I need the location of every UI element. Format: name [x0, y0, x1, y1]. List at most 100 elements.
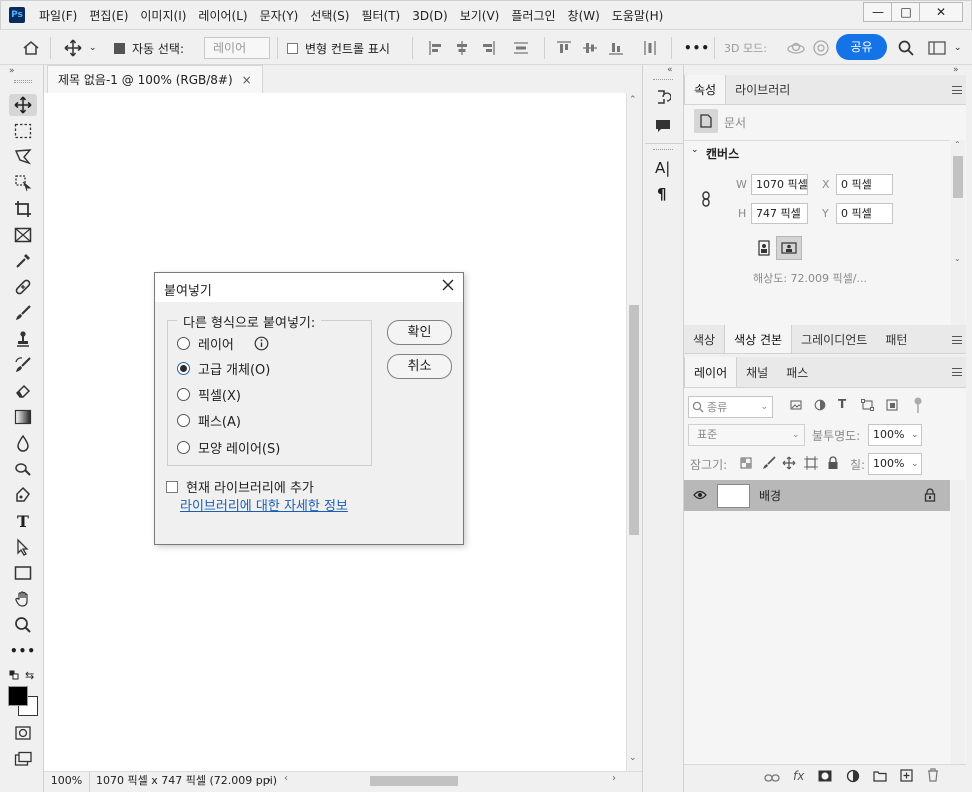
landscape-orientation-icon[interactable] — [776, 236, 802, 260]
status-menu-arrow-icon[interactable]: › — [267, 772, 271, 790]
close-button[interactable]: ✕ — [919, 2, 963, 22]
adjustment-layer-icon[interactable] — [846, 769, 860, 783]
scrollbar-thumb[interactable] — [629, 305, 639, 535]
group-folder-icon[interactable] — [873, 770, 887, 782]
tab-libraries[interactable]: 라이브러리 — [726, 75, 799, 104]
default-colors-icon[interactable] — [9, 670, 19, 680]
link-layers-icon[interactable] — [764, 773, 780, 783]
search-icon[interactable] — [898, 30, 914, 66]
blend-mode-dropdown[interactable]: 표준 ⌄ — [688, 424, 805, 446]
menu-window[interactable]: 창(W) — [568, 7, 600, 24]
workspace-icon[interactable] — [928, 30, 946, 66]
scroll-up-icon[interactable]: ⌃ — [954, 140, 961, 149]
close-icon[interactable] — [441, 278, 455, 292]
document-tab[interactable]: 제목 없음-1 @ 100% (RGB/8#) × — [47, 65, 263, 93]
more-tools-icon[interactable]: ••• — [9, 640, 37, 662]
expand-panels-icon[interactable]: « — [667, 65, 673, 75]
paragraph-panel-icon[interactable]: ¶ — [657, 185, 667, 203]
swap-colors-icon[interactable]: ⇆ — [25, 669, 34, 682]
menu-plugins[interactable]: 플러그인 — [511, 7, 555, 24]
stamp-tool-icon[interactable] — [9, 328, 37, 350]
y-input[interactable]: 0 픽셀 — [836, 203, 893, 224]
filter-pixel-icon[interactable] — [790, 399, 802, 411]
lock-artboard-icon[interactable] — [804, 456, 818, 470]
eyedropper-tool-icon[interactable] — [9, 250, 37, 272]
brush-tool-icon[interactable] — [9, 302, 37, 324]
delete-layer-icon[interactable] — [927, 768, 939, 782]
comments-panel-icon[interactable] — [655, 119, 671, 133]
fx-icon[interactable]: fx — [793, 769, 804, 783]
path-select-tool-icon[interactable] — [9, 536, 37, 558]
radio-button[interactable] — [177, 413, 190, 427]
eraser-tool-icon[interactable] — [9, 380, 37, 402]
zoom-tool-icon[interactable] — [9, 614, 37, 636]
scrollbar-thumb[interactable] — [953, 156, 963, 198]
marquee-tool-icon[interactable] — [9, 120, 37, 142]
scrollbar-thumb[interactable] — [370, 776, 458, 786]
ok-button[interactable]: 확인 — [387, 320, 452, 345]
tab-layers[interactable]: 레이어 — [684, 357, 738, 387]
align-left-icon[interactable] — [428, 30, 444, 66]
filter-smart-object-icon[interactable] — [886, 399, 898, 411]
radio-path[interactable]: 패스(A) — [177, 410, 241, 430]
menu-type[interactable]: 문자(Y) — [260, 7, 299, 24]
menu-layer[interactable]: 레이어(L) — [198, 7, 247, 24]
align-center-icon[interactable] — [454, 30, 470, 66]
add-mask-icon[interactable] — [818, 770, 832, 782]
document-info[interactable]: 1070 픽셀 x 747 픽셀 (72.009 ppi) — [96, 772, 277, 790]
x-input[interactable]: 0 픽셀 — [836, 174, 893, 195]
radio-pixels[interactable]: 픽셀(X) — [177, 384, 241, 404]
panel-menu-icon[interactable] — [952, 368, 962, 376]
scroll-down-icon[interactable]: ⌄ — [629, 753, 637, 763]
opacity-input[interactable]: 100% ⌄ — [868, 424, 922, 446]
radio-layer[interactable]: 레이어 — [177, 333, 269, 353]
horizontal-scrollbar[interactable]: ‹ › — [280, 773, 624, 788]
blur-tool-icon[interactable] — [9, 432, 37, 454]
tab-properties[interactable]: 속성 — [684, 75, 727, 104]
chevron-down-icon[interactable]: ⌄ — [89, 30, 97, 66]
radio-button[interactable] — [177, 440, 190, 454]
auto-select-checkbox[interactable] — [114, 42, 125, 54]
portrait-orientation-icon[interactable] — [752, 236, 776, 260]
tab-gradients[interactable]: 그레이디언트 — [792, 325, 876, 353]
pen-tool-icon[interactable] — [9, 484, 37, 506]
radio-button[interactable] — [177, 336, 190, 350]
layers-scrollbar[interactable] — [951, 480, 965, 764]
history-panel-icon[interactable] — [655, 89, 671, 105]
maximize-button[interactable]: □ — [891, 2, 921, 22]
menu-select[interactable]: 선택(S) — [310, 7, 349, 24]
foreground-color-swatch[interactable] — [8, 686, 28, 706]
panel-menu-icon[interactable] — [952, 86, 962, 94]
scroll-left-icon[interactable]: ‹ — [284, 773, 288, 784]
new-layer-icon[interactable] — [900, 769, 913, 782]
radio-shape-layer[interactable]: 모양 레이어(S) — [177, 437, 280, 457]
library-info-link[interactable]: 라이브러리에 대한 자세한 정보 — [180, 495, 348, 514]
scroll-down-icon[interactable]: ⌄ — [954, 254, 961, 263]
collapse-toolbar-icon[interactable]: » — [9, 66, 15, 76]
tab-channels[interactable]: 채널 — [737, 357, 777, 387]
align-right-icon[interactable] — [480, 30, 496, 66]
chevron-down-icon[interactable]: ⌄ — [691, 145, 699, 155]
vertical-scrollbar[interactable]: ⌃ ⌄ — [626, 93, 640, 771]
chevron-down-icon[interactable]: ⌄ — [954, 30, 962, 66]
menu-filter[interactable]: 필터(T) — [361, 7, 400, 24]
transform-controls-checkbox[interactable] — [287, 42, 298, 54]
tab-paths[interactable]: 패스 — [777, 357, 817, 387]
healing-brush-tool-icon[interactable] — [9, 276, 37, 298]
tab-patterns[interactable]: 패턴 — [876, 325, 916, 353]
layer-name[interactable]: 배경 — [759, 487, 781, 504]
radio-smart-object[interactable]: 고급 개체(O) — [177, 358, 270, 378]
lock-icon[interactable] — [924, 488, 936, 502]
share-button[interactable]: 공유 — [836, 34, 887, 60]
rectangle-tool-icon[interactable] — [9, 562, 37, 584]
align-top-icon[interactable] — [556, 30, 572, 66]
frame-tool-icon[interactable] — [9, 224, 37, 246]
lock-all-icon[interactable] — [827, 456, 839, 470]
quick-mask-icon[interactable] — [9, 722, 37, 744]
align-middle-icon[interactable] — [582, 30, 598, 66]
menu-view[interactable]: 보기(V) — [460, 7, 500, 24]
menu-image[interactable]: 이미지(I) — [140, 7, 186, 24]
3d-orbit-icon[interactable] — [786, 30, 806, 66]
align-bottom-icon[interactable] — [608, 30, 624, 66]
crop-tool-icon[interactable] — [9, 198, 37, 220]
